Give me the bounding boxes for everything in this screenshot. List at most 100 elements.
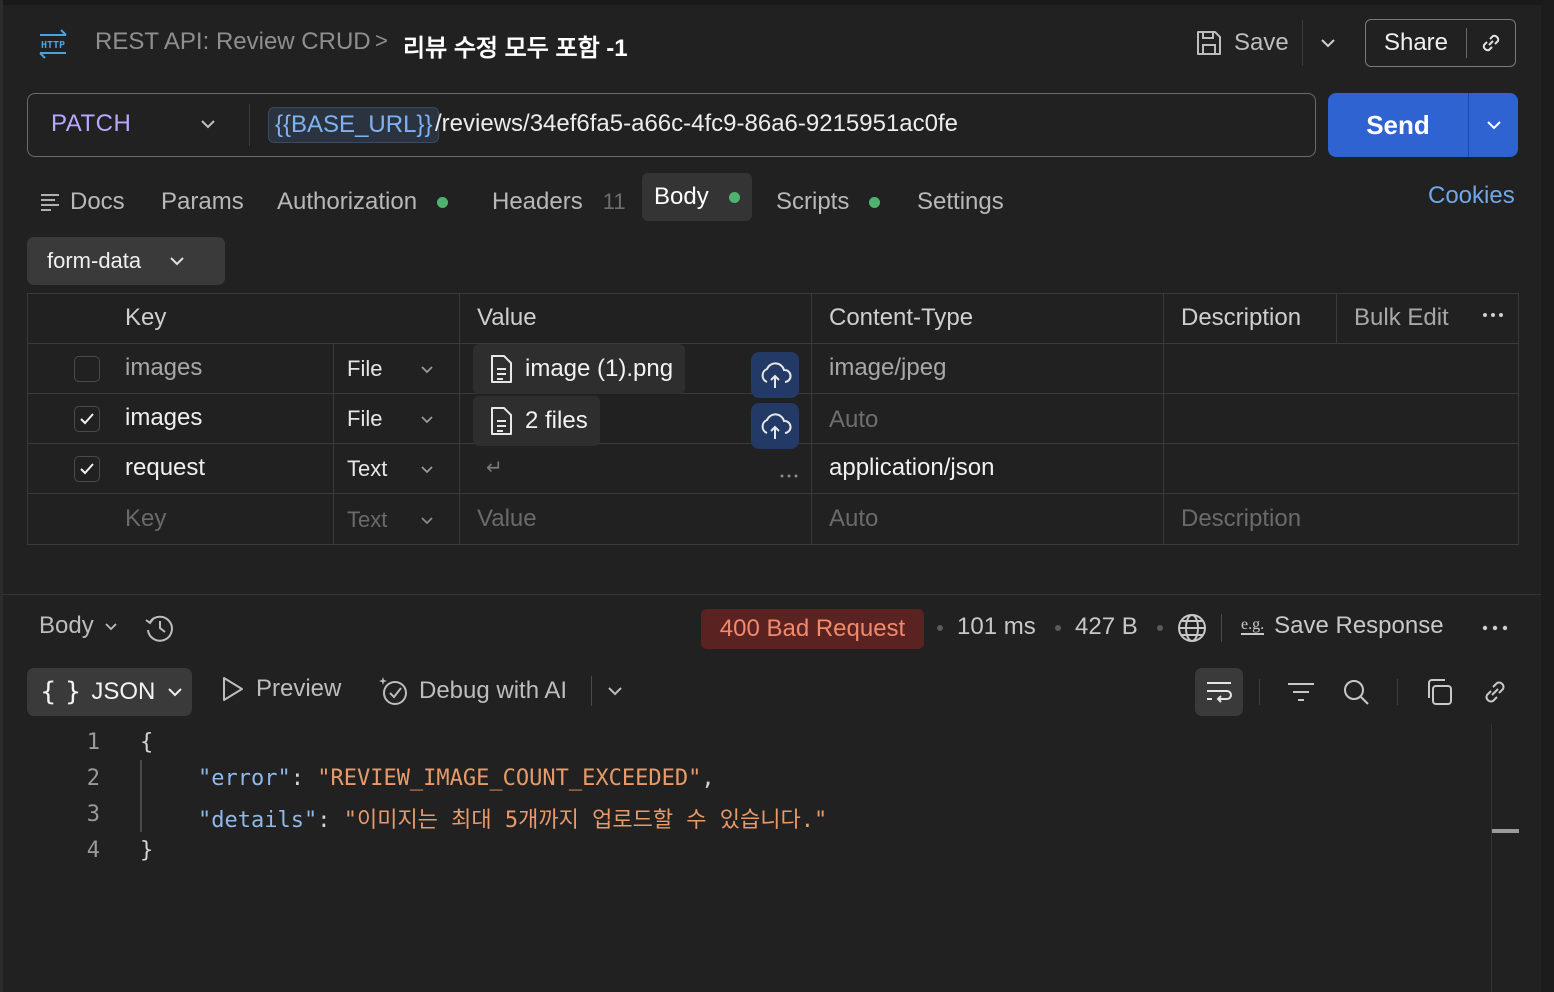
tab-body[interactable]: Body: [642, 173, 752, 221]
column-divider: [1336, 293, 1337, 343]
play-icon: [223, 677, 243, 701]
row-type[interactable]: File: [347, 406, 382, 432]
tab-params[interactable]: Params: [161, 182, 244, 222]
row-key[interactable]: images: [125, 354, 202, 382]
row-divider: [27, 493, 1519, 494]
debug-with-ai-button[interactable]: Debug with AI: [377, 674, 567, 708]
save-response-button[interactable]: e.g. Save Response: [1241, 612, 1444, 640]
response-format-dropdown[interactable]: { } JSON: [27, 668, 192, 716]
pane-divider[interactable]: [3, 594, 1541, 595]
new-value-input[interactable]: Value: [477, 505, 537, 533]
save-options-button[interactable]: [1314, 28, 1342, 58]
chevron-down-icon[interactable]: [417, 510, 437, 530]
tab-settings[interactable]: Settings: [917, 182, 1004, 222]
file-icon: [491, 407, 512, 435]
json-key: "error": [198, 766, 291, 791]
tab-docs[interactable]: Docs: [38, 182, 125, 222]
url-input[interactable]: /reviews/34ef6fa5-a66c-4fc9-86a6-9215951…: [435, 110, 958, 138]
method-selector[interactable]: PATCH: [51, 110, 131, 138]
copy-link-button[interactable]: [1467, 29, 1515, 57]
preview-button[interactable]: Preview: [218, 674, 341, 704]
row-content-type[interactable]: Auto: [829, 406, 878, 434]
debug-label: Debug with AI: [419, 677, 568, 704]
save-response-label: Save Response: [1274, 612, 1444, 639]
tab-headers[interactable]: Headers 11: [492, 182, 626, 222]
chevron-down-icon: [168, 688, 183, 697]
link-icon: [1482, 34, 1500, 52]
copy-button[interactable]: [1415, 668, 1463, 716]
bulk-edit-button[interactable]: Bulk Edit: [1354, 304, 1449, 332]
row-content-type[interactable]: application/json: [829, 454, 994, 482]
new-content-type-input[interactable]: Auto: [829, 505, 878, 533]
send-options-button[interactable]: [1469, 93, 1518, 157]
new-type-select[interactable]: Text: [347, 507, 387, 533]
json-line: "details": "이미지는 최대 5개까지 업로드할 수 있습니다.": [198, 808, 828, 833]
response-view-dropdown[interactable]: Body: [39, 612, 120, 640]
base-url-variable[interactable]: {{BASE_URL}}: [268, 107, 440, 143]
line-number: 4: [86, 838, 100, 863]
upload-button[interactable]: [751, 403, 799, 449]
row-key[interactable]: request: [125, 454, 205, 482]
chevron-down-icon[interactable]: [196, 112, 220, 136]
upload-button[interactable]: [751, 352, 799, 398]
new-key-input[interactable]: Key: [125, 505, 166, 533]
request-title[interactable]: 리뷰 수정 모두 포함 -1: [403, 28, 628, 63]
globe-icon[interactable]: [1175, 611, 1209, 645]
body-mode-label: form-data: [47, 248, 142, 273]
expand-value-icon[interactable]: [778, 463, 800, 490]
column-header-value: Value: [477, 304, 537, 331]
body-mode-dropdown[interactable]: form-data: [27, 237, 225, 285]
tool-divider: [1259, 679, 1260, 705]
json-value: "이미지는 최대 5개까지 업로드할 수 있습니다.": [343, 808, 828, 833]
line-number: 1: [86, 730, 100, 755]
scrollbar-thumb[interactable]: [1492, 829, 1519, 833]
row-type[interactable]: File: [347, 356, 382, 382]
row-checkbox[interactable]: [74, 406, 100, 432]
response-more-button[interactable]: [1480, 615, 1510, 646]
history-icon[interactable]: [142, 610, 178, 646]
json-value: "REVIEW_IMAGE_COUNT_EXCEEDED": [317, 766, 702, 791]
save-icon: [1197, 31, 1221, 55]
filter-button[interactable]: [1277, 668, 1325, 716]
chevron-down-icon[interactable]: [417, 359, 437, 379]
copy-link-button[interactable]: [1471, 668, 1519, 716]
tab-scripts[interactable]: Scripts: [776, 182, 881, 222]
table-more-button[interactable]: [1480, 302, 1506, 335]
share-button[interactable]: Share: [1365, 19, 1516, 67]
breadcrumb-separator: >: [375, 28, 388, 53]
scrollbar-track[interactable]: [1491, 724, 1492, 992]
tab-params-label: Params: [161, 188, 244, 215]
search-button[interactable]: [1332, 668, 1380, 716]
row-checkbox[interactable]: [74, 356, 100, 382]
row-checkbox[interactable]: [74, 456, 100, 482]
row-type[interactable]: Text: [347, 456, 387, 482]
json-brace-open: {: [140, 730, 154, 755]
debug-divider: [591, 676, 592, 706]
row-value-multiline[interactable]: ↵: [486, 455, 503, 480]
breadcrumb-collection[interactable]: REST API: Review CRUD: [95, 28, 371, 56]
file-chip[interactable]: image (1).png: [473, 344, 686, 394]
debug-options-button[interactable]: [604, 680, 626, 702]
response-time[interactable]: 101 ms: [957, 613, 1036, 641]
send-button[interactable]: Send: [1328, 93, 1518, 157]
response-size[interactable]: 427 B: [1075, 613, 1138, 641]
row-content-type[interactable]: image/jpeg: [829, 354, 946, 382]
chevron-down-icon[interactable]: [417, 459, 437, 479]
column-divider: [1163, 293, 1164, 545]
more-horizontal-icon: [1483, 313, 1503, 317]
chevron-down-icon[interactable]: [417, 409, 437, 429]
indent-guide: [140, 760, 142, 832]
cookies-link[interactable]: Cookies: [1428, 182, 1515, 212]
status-dot: [869, 196, 881, 208]
json-line: "error": "REVIEW_IMAGE_COUNT_EXCEEDED",: [198, 766, 715, 791]
tab-docs-label: Docs: [70, 188, 125, 215]
tab-authorization[interactable]: Authorization: [277, 182, 449, 222]
file-chip[interactable]: 2 files: [473, 396, 600, 446]
tool-divider: [1397, 679, 1398, 705]
wrap-lines-button[interactable]: [1195, 668, 1243, 716]
chevron-down-icon: [1486, 121, 1501, 130]
row-key[interactable]: images: [125, 404, 202, 432]
save-button[interactable]: Save: [1194, 22, 1296, 64]
new-description-input[interactable]: Description: [1181, 505, 1301, 533]
column-header-content-type: Content-Type: [829, 304, 974, 331]
